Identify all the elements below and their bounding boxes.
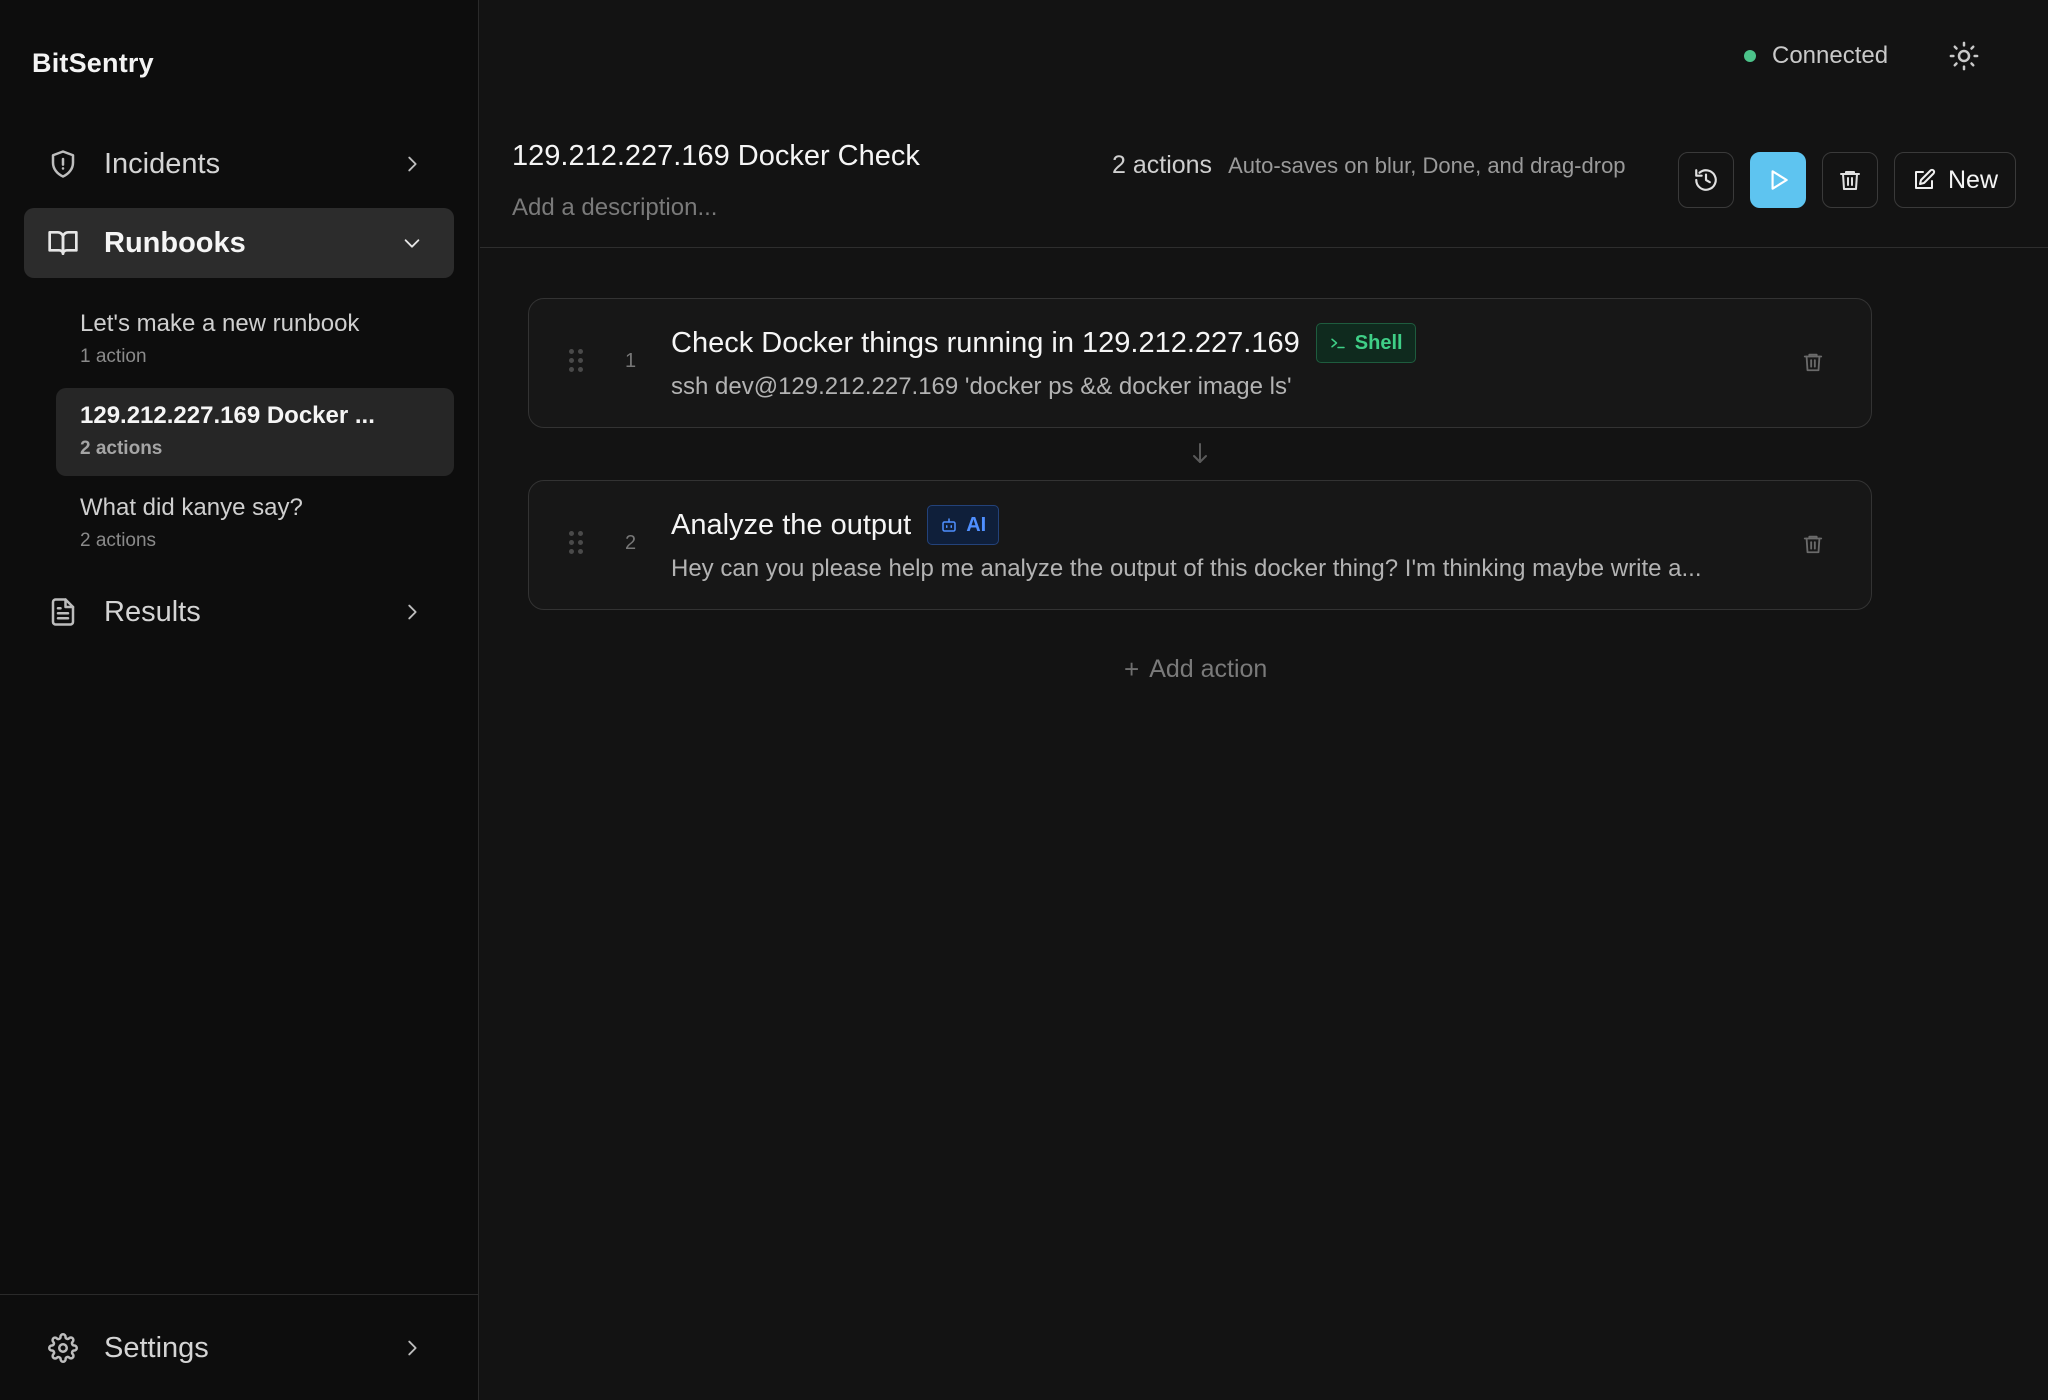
connection-status: Connected <box>1744 40 1888 72</box>
status-text: Connected <box>1772 42 1889 69</box>
run-button[interactable] <box>1750 152 1806 208</box>
runbook-item-title: What did kanye say? <box>80 494 303 521</box>
sidebar-divider <box>0 1294 479 1295</box>
shell-badge: Shell <box>1315 323 1416 363</box>
nav-runbooks-label: Runbooks <box>104 226 246 259</box>
nav-settings[interactable]: Settings <box>24 1313 454 1383</box>
runbook-title[interactable]: 129.212.227.169 Docker Check <box>512 140 920 173</box>
nav-runbooks[interactable]: Runbooks <box>24 208 454 278</box>
runbook-item-count: 2 actions <box>80 438 163 459</box>
nav-incidents[interactable]: Incidents <box>24 129 454 199</box>
new-button-label: New <box>1947 165 1998 194</box>
action-title: Check Docker things running in 129.212.2… <box>671 326 1300 359</box>
drag-handle-icon[interactable] <box>569 349 583 373</box>
action-count: 2 actions <box>1112 151 1213 179</box>
runbook-item-count: 2 actions <box>80 530 157 551</box>
history-button[interactable] <box>1678 152 1734 208</box>
runbook-list-item[interactable]: What did kanye say? 2 actions <box>56 480 454 568</box>
action-number: 1 <box>625 350 637 372</box>
chevron-right-icon <box>400 1336 424 1360</box>
action-card[interactable]: 2 Analyze the output AI Hey can you plea… <box>528 480 1872 610</box>
runbook-meta: 2 actions Auto-saves on blur, Done, and … <box>1112 151 1626 180</box>
new-runbook-button[interactable]: New <box>1894 152 2016 208</box>
runbook-item-title: Let's make a new runbook <box>80 310 360 337</box>
action-title-row: Analyze the output AI <box>671 505 1000 545</box>
sun-icon <box>1949 41 1979 71</box>
delete-runbook-button[interactable] <box>1822 152 1878 208</box>
header-divider <box>480 247 2048 248</box>
ai-badge: AI <box>927 505 1000 545</box>
status-dot <box>1744 50 1756 62</box>
chevron-right-icon <box>400 600 424 624</box>
bot-icon <box>942 518 956 532</box>
sidebar: BitSentry Incidents Runbooks Let's make … <box>0 0 479 1400</box>
nav-results-label: Results <box>104 595 201 628</box>
runbook-list-item[interactable]: Let's make a new runbook 1 action <box>56 296 454 384</box>
delete-action-button[interactable] <box>1799 529 1827 559</box>
edit-icon <box>1914 168 1936 189</box>
play-icon <box>1771 170 1788 190</box>
trash-icon <box>1840 171 1860 190</box>
badge-label: Shell <box>1354 331 1403 354</box>
runbook-item-count: 1 action <box>80 346 147 367</box>
runbook-list-item-selected[interactable]: 129.212.227.169 Docker ... 2 actions <box>56 388 454 476</box>
theme-toggle-button[interactable] <box>1946 38 1982 74</box>
badge-label: AI <box>966 513 987 536</box>
nav-settings-label: Settings <box>104 1331 209 1364</box>
brand-logo: BitSentry <box>32 48 154 78</box>
action-card[interactable]: 1 Check Docker things running in 129.212… <box>528 298 1872 428</box>
app-root: BitSentry Incidents Runbooks Let's make … <box>0 0 2048 1400</box>
add-action-label: Add action <box>1149 655 1268 683</box>
delete-action-button[interactable] <box>1799 347 1827 377</box>
action-title: Analyze the output <box>671 508 912 541</box>
chevron-down-icon <box>400 231 424 255</box>
drag-handle-icon[interactable] <box>569 531 583 555</box>
action-description: Hey can you please help me analyze the o… <box>671 555 1702 582</box>
runbook-description-input[interactable]: Add a description... <box>512 194 717 222</box>
runbook-item-title: 129.212.227.169 Docker ... <box>80 402 375 429</box>
shield-icon <box>46 147 80 181</box>
book-open-icon <box>46 226 80 260</box>
file-text-icon <box>46 595 80 629</box>
gear-icon <box>46 1331 80 1365</box>
autosave-hint: Auto-saves on blur, Done, and drag-drop <box>1228 152 1626 178</box>
history-icon <box>1695 169 1717 191</box>
action-number: 2 <box>625 532 637 554</box>
arrow-down-icon <box>1188 440 1212 468</box>
trash-icon <box>1803 353 1823 372</box>
nav-results[interactable]: Results <box>24 577 454 647</box>
nav-incidents-label: Incidents <box>104 147 221 180</box>
terminal-icon <box>1331 338 1345 349</box>
add-action-button[interactable]: + Add action <box>1124 654 1267 685</box>
action-title-row: Check Docker things running in 129.212.2… <box>671 323 1416 363</box>
action-description: ssh dev@129.212.227.169 'docker ps && do… <box>671 373 1292 400</box>
trash-icon <box>1803 535 1823 554</box>
chevron-right-icon <box>400 152 424 176</box>
plus-icon: + <box>1124 654 1140 684</box>
